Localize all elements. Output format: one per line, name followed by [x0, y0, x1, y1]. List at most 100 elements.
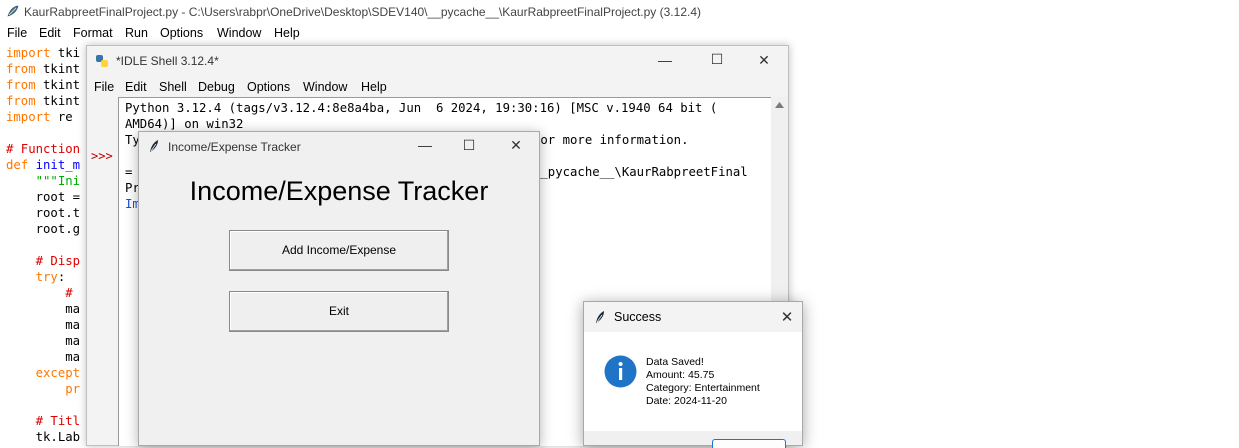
code-token: tki [50, 46, 81, 60]
code-token: tkint [35, 62, 81, 76]
code-line: import re [6, 109, 73, 125]
success-dialog-title: Success [614, 310, 662, 324]
editor-menu-bar: File Edit Format Run Options Window Help [0, 23, 1239, 43]
tracker-window-title: Income/Expense Tracker [168, 140, 301, 154]
editor-menu-run[interactable]: Run [125, 26, 148, 40]
message-line: Category: Entertainment [646, 382, 760, 394]
code-line: root = [6, 189, 80, 205]
code-token: ma [6, 350, 81, 364]
message-line: Date: 2024-11-20 [646, 395, 727, 407]
code-token: ma [6, 302, 81, 316]
code-line: import tki [6, 45, 80, 61]
shell-menu-file[interactable]: File [94, 80, 114, 94]
editor-menu-format[interactable]: Format [73, 26, 113, 40]
success-dialog: Success ✕ Data Saved! Amount: 45.75 Cate… [583, 301, 803, 448]
minimize-icon[interactable]: — [655, 52, 675, 68]
shell-line-tail: __pycache__\KaurRabpreetFinal [533, 165, 748, 179]
code-line: ma [6, 333, 80, 349]
code-token: except [35, 366, 81, 380]
editor-menu-file[interactable]: File [7, 26, 27, 40]
code-token: tkint [35, 78, 81, 92]
code-token: # Disp [35, 254, 81, 268]
code-line: root.t [6, 205, 80, 221]
code-token: import [6, 110, 51, 124]
editor-title-bar: KaurRabpreetFinalProject.py - C:\Users\r… [0, 0, 1239, 23]
code-token: tk.Lab [6, 430, 81, 444]
code-token: pr [65, 382, 81, 396]
tk-feather-icon [150, 140, 158, 152]
close-icon[interactable]: ✕ [777, 308, 797, 326]
code-line: from tkint [6, 93, 80, 109]
maximize-icon[interactable]: ☐ [707, 51, 727, 68]
code-token: # Titl [35, 414, 81, 428]
shell-menu-help[interactable]: Help [361, 80, 387, 94]
editor-window-title: KaurRabpreetFinalProject.py - C:\Users\r… [24, 5, 701, 19]
editor-menu-window[interactable]: Window [217, 26, 261, 40]
scroll-up-arrow-icon[interactable] [775, 101, 784, 109]
code-token: ma [6, 318, 81, 332]
code-line: """Ini [6, 173, 80, 189]
editor-menu-edit[interactable]: Edit [39, 26, 61, 40]
shell-line: AMD64)] on win32 [125, 117, 244, 131]
editor-menu-options[interactable]: Options [160, 26, 203, 40]
code-line: except [6, 365, 80, 381]
code-token: re [50, 110, 73, 124]
code-token: root.t [6, 206, 81, 220]
shell-window-title: *IDLE Shell 3.12.4* [116, 54, 219, 68]
maximize-icon[interactable]: ☐ [459, 137, 479, 154]
exit-button[interactable]: Exit [229, 291, 449, 332]
code-token: from [6, 94, 36, 108]
code-line: # Titl [6, 413, 80, 429]
shell-menu-debug[interactable]: Debug [198, 80, 235, 94]
shell-menu-edit[interactable]: Edit [125, 80, 147, 94]
code-line: ma [6, 301, 80, 317]
code-line: from tkint [6, 77, 80, 93]
add-income-expense-button[interactable]: Add Income/Expense [229, 230, 449, 271]
editor-menu-help[interactable]: Help [274, 26, 300, 40]
code-token: """Ini [35, 174, 81, 188]
success-message: Data Saved! Amount: 45.75 Category: Ente… [646, 356, 760, 408]
code-line: ma [6, 349, 80, 365]
message-line: Data Saved! [646, 356, 704, 368]
code-token: : [57, 270, 66, 284]
shell-menu-window[interactable]: Window [303, 80, 347, 94]
code-token: root.g [6, 222, 81, 236]
code-token: tkint [35, 94, 81, 108]
shell-prompt: >>> [91, 149, 113, 163]
code-token: def [6, 158, 29, 172]
python-icon [96, 55, 108, 67]
code-line: root.g [6, 221, 80, 237]
code-line: try: [6, 269, 66, 285]
shell-menu-bar: File Edit Shell Debug Options Window Hel… [87, 77, 788, 97]
code-line: from tkint [6, 61, 80, 77]
code-token: # [65, 286, 73, 300]
code-token: ma [6, 334, 81, 348]
info-icon [604, 355, 637, 388]
close-icon[interactable]: ✕ [754, 52, 774, 69]
code-token: from [6, 78, 36, 92]
code-line: # Function [6, 141, 80, 157]
code-token: init_m [35, 158, 81, 172]
tracker-window: Income/Expense Tracker — ☐ ✕ Income/Expe… [138, 131, 540, 446]
minimize-icon[interactable]: — [415, 137, 435, 153]
tk-feather-icon [596, 311, 604, 323]
shell-line: Python 3.12.4 (tags/v3.12.4:8e8a4ba, Jun… [125, 101, 718, 115]
python-feather-icon [7, 5, 19, 17]
code-token: # Function [6, 142, 81, 156]
shell-line: = [125, 165, 133, 179]
close-icon[interactable]: ✕ [506, 137, 526, 154]
shell-line-tail: for more information. [533, 133, 689, 147]
tracker-heading: Income/Expense Tracker [189, 176, 489, 206]
shell-menu-shell[interactable]: Shell [159, 80, 187, 94]
code-token: root = [6, 190, 81, 204]
shell-menu-options[interactable]: Options [247, 80, 290, 94]
code-token: from [6, 62, 36, 76]
code-line: ma [6, 317, 80, 333]
